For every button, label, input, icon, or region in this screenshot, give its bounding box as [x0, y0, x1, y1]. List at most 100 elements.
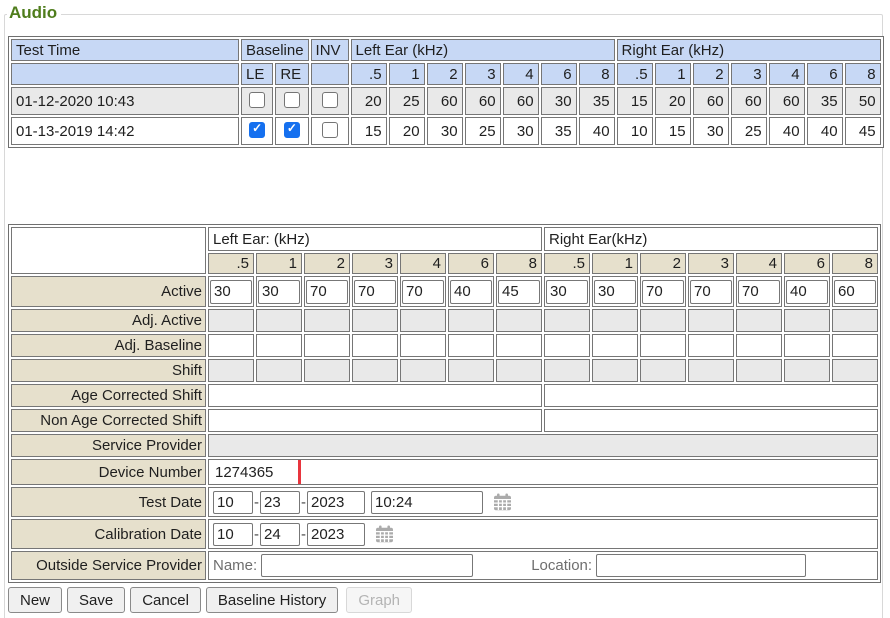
- test-date-year-input[interactable]: [307, 491, 365, 514]
- column-header-re: RE: [275, 63, 308, 85]
- adj-active-cell: [544, 309, 590, 332]
- shift-cell: [496, 359, 542, 382]
- threshold-cell: 25: [389, 87, 425, 115]
- row-label-outside-service-provider: Outside Service Provider: [11, 551, 206, 580]
- non-age-corrected-shift-right-cell: [544, 409, 878, 432]
- freq-header-cell: .5: [617, 63, 653, 85]
- active-threshold-cell: [544, 276, 590, 307]
- device-number-input[interactable]: [213, 461, 423, 483]
- calibration-year-input[interactable]: [307, 523, 365, 546]
- adj-active-cell: [400, 309, 446, 332]
- adj-baseline-cell: [688, 334, 734, 357]
- column-header-inv: INV: [311, 39, 349, 61]
- row-label-adj-active: Adj. Active: [11, 309, 206, 332]
- freq-header-cell: 3: [688, 253, 734, 274]
- adj-baseline-cell: [448, 334, 494, 357]
- active-threshold-input[interactable]: [546, 280, 588, 304]
- outside-provider-name-input[interactable]: [261, 554, 473, 577]
- threshold-cell: 40: [807, 117, 843, 145]
- outside-service-provider-cell: Name: Location:: [208, 551, 878, 580]
- active-threshold-input[interactable]: [738, 280, 780, 304]
- freq-header-cell: 3: [731, 63, 767, 85]
- shift-cell: [400, 359, 446, 382]
- audiogram-history-table: Test Time Baseline INV Left Ear (kHz) Ri…: [8, 36, 884, 148]
- threshold-cell: 60: [731, 87, 767, 115]
- threshold-cell: 30: [541, 87, 577, 115]
- adj-baseline-cell: [400, 334, 446, 357]
- active-threshold-input[interactable]: [450, 280, 492, 304]
- threshold-cell: 10: [617, 117, 653, 145]
- new-button[interactable]: New: [8, 587, 62, 613]
- test-time-input[interactable]: [371, 491, 483, 514]
- active-threshold-input[interactable]: [306, 280, 348, 304]
- calendar-icon[interactable]: [493, 493, 512, 511]
- shift-cell: [544, 359, 590, 382]
- threshold-cell: 30: [693, 117, 729, 145]
- calendar-icon[interactable]: [375, 525, 394, 543]
- freq-header-cell: 8: [579, 63, 615, 85]
- test-time-cell: 01-13-2019 14:42: [11, 117, 239, 145]
- adj-baseline-cell: [592, 334, 638, 357]
- test-time-cell: 01-12-2020 10:43: [11, 87, 239, 115]
- active-threshold-input[interactable]: [402, 280, 444, 304]
- row-label-calibration-date: Calibration Date: [11, 519, 206, 549]
- freq-header-cell: 4: [503, 63, 539, 85]
- freq-header-cell: 2: [304, 253, 350, 274]
- threshold-cell: 20: [389, 117, 425, 145]
- freq-header-cell: 3: [352, 253, 398, 274]
- freq-header-cell: 4: [736, 253, 782, 274]
- test-date-month-input[interactable]: [213, 491, 253, 514]
- shift-cell: [592, 359, 638, 382]
- threshold-cell: 50: [845, 87, 881, 115]
- adj-active-cell: [448, 309, 494, 332]
- baseline-history-button[interactable]: Baseline History: [206, 587, 338, 613]
- age-corrected-shift-left-cell: [208, 384, 542, 407]
- row-label-device-number: Device Number: [11, 459, 206, 485]
- freq-header-cell: 1: [655, 63, 691, 85]
- inv-checkbox[interactable]: [322, 122, 338, 138]
- baseline-re-cell: [275, 117, 308, 145]
- active-threshold-input[interactable]: [642, 280, 684, 304]
- active-threshold-input[interactable]: [594, 280, 636, 304]
- row-label-shift: Shift: [11, 359, 206, 382]
- non-age-corrected-shift-left-cell: [208, 409, 542, 432]
- calibration-month-input[interactable]: [213, 523, 253, 546]
- cancel-button[interactable]: Cancel: [130, 587, 201, 613]
- calibration-day-input[interactable]: [260, 523, 300, 546]
- adj-baseline-cell: [736, 334, 782, 357]
- active-threshold-input[interactable]: [786, 280, 828, 304]
- freq-header-cell: 8: [832, 253, 878, 274]
- freq-header-cell: 8: [845, 63, 881, 85]
- threshold-cell: 35: [807, 87, 843, 115]
- inv-checkbox[interactable]: [322, 92, 338, 108]
- active-threshold-cell: [688, 276, 734, 307]
- outside-provider-location-input[interactable]: [596, 554, 806, 577]
- shift-cell: [640, 359, 686, 382]
- baseline-re-checkbox[interactable]: [284, 92, 300, 108]
- date-separator: -: [301, 494, 306, 511]
- date-separator: -: [254, 494, 259, 511]
- baseline-re-checkbox[interactable]: [284, 122, 300, 138]
- active-threshold-input[interactable]: [354, 280, 396, 304]
- adj-baseline-cell: [208, 334, 254, 357]
- baseline-le-checkbox[interactable]: [249, 92, 265, 108]
- threshold-cell: 45: [845, 117, 881, 145]
- threshold-cell: 25: [465, 117, 501, 145]
- active-threshold-cell: [640, 276, 686, 307]
- shift-cell: [304, 359, 350, 382]
- test-date-day-input[interactable]: [260, 491, 300, 514]
- shift-cell: [352, 359, 398, 382]
- freq-header-cell: 6: [784, 253, 830, 274]
- baseline-le-checkbox[interactable]: [249, 122, 265, 138]
- active-threshold-input[interactable]: [498, 280, 540, 304]
- save-button[interactable]: Save: [67, 587, 125, 613]
- blank-header-cell: [311, 63, 349, 85]
- test-date-cell: - -: [208, 487, 878, 517]
- active-threshold-input[interactable]: [210, 280, 252, 304]
- active-threshold-input[interactable]: [690, 280, 732, 304]
- threshold-cell: 20: [655, 87, 691, 115]
- column-header-baseline: Baseline: [241, 39, 309, 61]
- graph-button: Graph: [346, 587, 412, 613]
- active-threshold-input[interactable]: [834, 280, 876, 304]
- active-threshold-input[interactable]: [258, 280, 300, 304]
